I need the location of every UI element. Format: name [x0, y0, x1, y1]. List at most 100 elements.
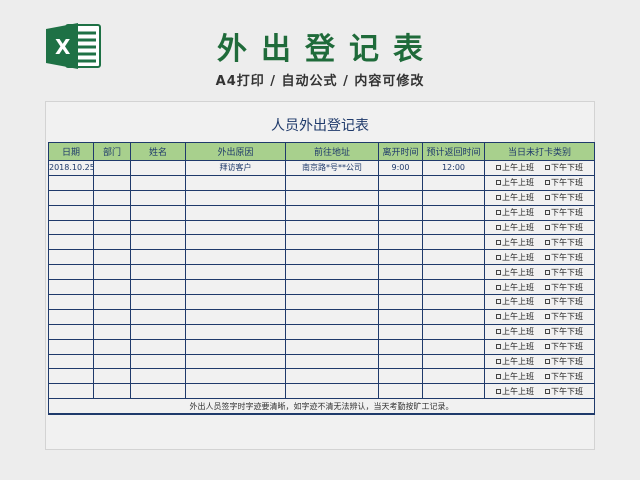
table-cell[interactable]	[48, 204, 94, 221]
checkbox-icon[interactable]	[545, 225, 550, 230]
checkbox-option[interactable]: 下午下班	[545, 252, 583, 263]
checkbox-icon[interactable]	[496, 165, 501, 171]
table-cell[interactable]	[130, 353, 186, 370]
table-cell[interactable]	[285, 174, 379, 191]
table-cell[interactable]	[422, 264, 485, 281]
table-cell[interactable]	[285, 189, 379, 206]
table-cell[interactable]	[48, 323, 94, 340]
checkbox-icon[interactable]	[545, 299, 550, 305]
checkbox-option[interactable]: 上午上班	[496, 356, 534, 367]
table-cell[interactable]	[93, 160, 131, 176]
table-cell[interactable]	[285, 249, 379, 266]
table-cell[interactable]	[93, 249, 131, 266]
table-cell[interactable]	[285, 279, 379, 296]
checkbox-icon[interactable]	[496, 269, 501, 275]
table-cell[interactable]	[93, 323, 131, 340]
checkbox-option[interactable]: 下午下班	[545, 192, 583, 203]
checkbox-icon[interactable]	[545, 359, 550, 365]
table-cell[interactable]	[185, 338, 286, 355]
table-cell[interactable]	[378, 189, 423, 206]
table-cell[interactable]	[422, 279, 485, 296]
table-cell[interactable]	[48, 264, 94, 281]
table-cell[interactable]	[378, 338, 423, 355]
table-cell[interactable]	[48, 279, 94, 296]
table-cell[interactable]	[285, 264, 379, 281]
checkbox-icon[interactable]	[496, 373, 501, 379]
checkbox-option[interactable]: 上午上班	[496, 371, 534, 382]
table-cell[interactable]	[93, 279, 131, 296]
checkbox-icon[interactable]	[545, 195, 550, 201]
table-cell[interactable]	[422, 189, 485, 206]
table-cell[interactable]	[130, 368, 186, 385]
table-cell[interactable]	[422, 353, 485, 370]
table-cell[interactable]	[285, 219, 379, 236]
table-cell[interactable]: 南京路*号**公司	[285, 160, 379, 176]
checkbox-icon[interactable]	[496, 225, 501, 230]
table-cell[interactable]	[378, 219, 423, 236]
table-cell[interactable]	[48, 174, 94, 191]
table-cell[interactable]	[185, 353, 286, 370]
checkbox-icon[interactable]	[496, 254, 501, 260]
table-cell[interactable]	[422, 249, 485, 266]
table-cell[interactable]	[378, 234, 423, 251]
table-cell[interactable]	[93, 383, 131, 400]
table-cell[interactable]	[48, 219, 94, 236]
checkbox-icon[interactable]	[496, 359, 501, 365]
table-cell[interactable]	[48, 249, 94, 266]
checkbox-option[interactable]: 上午上班	[496, 267, 534, 278]
table-cell[interactable]: 12:00	[422, 160, 485, 176]
checkbox-icon[interactable]	[545, 254, 550, 260]
table-cell[interactable]	[48, 294, 94, 310]
table-cell[interactable]	[130, 204, 186, 221]
table-cell[interactable]	[130, 249, 186, 266]
table-cell[interactable]	[130, 308, 186, 325]
table-cell[interactable]: 2018.10.25	[48, 160, 94, 176]
checkbox-icon[interactable]	[545, 329, 550, 335]
checkbox-option[interactable]: 上午上班	[496, 326, 534, 337]
checkbox-option[interactable]: 上午上班	[496, 311, 534, 322]
table-cell[interactable]: 9:00	[378, 160, 423, 176]
checkbox-option[interactable]: 下午下班	[545, 267, 583, 278]
checkbox-icon[interactable]	[545, 344, 550, 350]
table-cell[interactable]	[378, 249, 423, 266]
table-cell[interactable]	[185, 383, 286, 400]
table-cell[interactable]	[422, 368, 485, 385]
checkbox-icon[interactable]	[496, 388, 501, 394]
table-cell[interactable]	[93, 219, 131, 236]
table-cell[interactable]	[422, 204, 485, 221]
table-cell[interactable]	[185, 219, 286, 236]
table-cell[interactable]	[285, 234, 379, 251]
table-cell[interactable]	[378, 353, 423, 370]
checkbox-icon[interactable]	[496, 239, 501, 245]
checkbox-icon[interactable]	[545, 180, 550, 186]
table-cell[interactable]	[185, 279, 286, 296]
checkbox-option[interactable]: 下午下班	[545, 222, 583, 233]
table-cell[interactable]	[130, 174, 186, 191]
table-cell[interactable]	[378, 368, 423, 385]
table-cell[interactable]	[378, 204, 423, 221]
table-cell[interactable]	[130, 294, 186, 310]
table-cell[interactable]	[285, 204, 379, 221]
table-cell[interactable]	[130, 323, 186, 340]
checkbox-option[interactable]: 下午下班	[545, 207, 583, 218]
checkbox-icon[interactable]	[496, 195, 501, 201]
table-cell[interactable]	[130, 219, 186, 236]
table-cell[interactable]	[48, 234, 94, 251]
table-cell[interactable]	[185, 264, 286, 281]
checkbox-option[interactable]: 下午下班	[545, 386, 583, 397]
table-cell[interactable]	[422, 338, 485, 355]
table-cell[interactable]	[422, 219, 485, 236]
checkbox-option[interactable]: 下午下班	[545, 237, 583, 248]
checkbox-option[interactable]: 下午下班	[545, 162, 583, 173]
checkbox-option[interactable]: 上午上班	[496, 162, 534, 173]
checkbox-option[interactable]: 下午下班	[545, 356, 583, 367]
table-cell[interactable]	[130, 279, 186, 296]
checkbox-icon[interactable]	[496, 299, 501, 305]
table-cell[interactable]	[48, 368, 94, 385]
table-cell[interactable]	[130, 234, 186, 251]
table-cell[interactable]	[378, 323, 423, 340]
checkbox-icon[interactable]	[496, 314, 501, 320]
table-cell[interactable]	[93, 294, 131, 310]
checkbox-option[interactable]: 下午下班	[545, 341, 583, 352]
table-cell[interactable]	[185, 323, 286, 340]
